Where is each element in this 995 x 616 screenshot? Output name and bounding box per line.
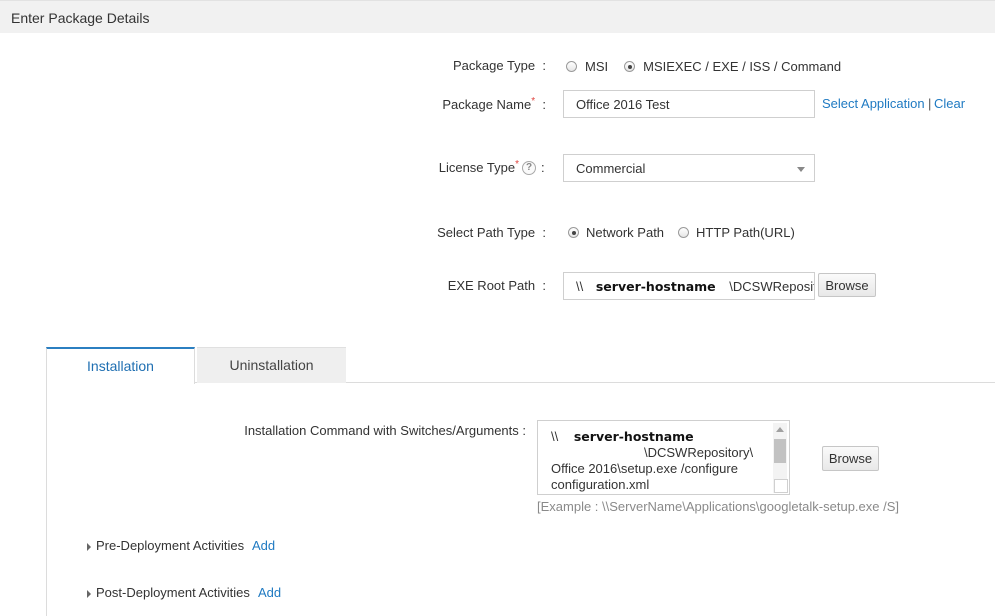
section-title: Enter Package Details (0, 0, 995, 33)
tab-installation[interactable]: Installation (46, 347, 195, 384)
radio-msi-label[interactable]: MSI (585, 59, 608, 74)
post-deployment-label[interactable]: Post-Deployment Activities (96, 585, 250, 600)
install-browse-button[interactable]: Browse (822, 446, 879, 471)
path-prefix: \\ (576, 279, 584, 294)
pre-deployment-add-link[interactable]: Add (252, 538, 275, 553)
install-command-textarea[interactable]: \\ server-hostname \DCSWRepository\ Offi… (537, 420, 790, 495)
tab-uninstallation[interactable]: Uninstallation (197, 347, 346, 383)
package-type-label-text: Package Type (452, 58, 536, 73)
colon: : (542, 225, 546, 240)
example-hint: [Example : \\ServerName\Applications\goo… (537, 499, 900, 514)
radio-msi[interactable] (566, 61, 577, 72)
colon: : (542, 278, 546, 293)
path-type-label: Select Path Type : (437, 225, 546, 240)
install-command-label: Installation Command with Switches/Argum… (244, 423, 526, 438)
tab-bar: Installation Uninstallation (46, 347, 995, 384)
help-icon[interactable]: ? (522, 161, 536, 175)
caret-right-icon[interactable] (87, 543, 91, 551)
exe-root-path-input[interactable]: \\ server-hostname \DCSWRepositor (563, 272, 815, 300)
license-type-label-text: License Type (438, 160, 516, 175)
radio-network-path-label[interactable]: Network Path (586, 225, 664, 240)
link-separator: | (928, 96, 932, 111)
license-type-label: License Type* (438, 159, 519, 175)
required-mark: * (531, 96, 536, 107)
command-prefix: \\ (551, 429, 559, 444)
package-type-radio-group: MSI MSIEXEC / EXE / ISS / Command (566, 59, 855, 74)
select-application-link[interactable]: Select Application (822, 96, 925, 111)
server-hostname: server-hostname (595, 279, 716, 294)
license-type-select[interactable]: Commercial (563, 154, 815, 182)
path-type-label-text: Select Path Type (437, 225, 536, 240)
command-line-4: configuration.xml (551, 477, 650, 492)
package-name-label-text: Package Name (442, 97, 532, 112)
package-name-label: Package Name* : (442, 96, 546, 112)
scroll-thumb[interactable] (774, 439, 786, 463)
exe-root-path-label: EXE Root Path : (448, 278, 546, 293)
command-line-2: \DCSWRepository\ (644, 445, 754, 460)
required-mark: * (515, 159, 519, 170)
exe-root-browse-button[interactable]: Browse (818, 273, 876, 297)
path-type-radio-group: Network Path HTTP Path(URL) (568, 225, 809, 240)
radio-http-path-label[interactable]: HTTP Path(URL) (696, 225, 795, 240)
server-hostname: server-hostname (573, 429, 694, 444)
path-suffix: \DCSWRepositor (729, 279, 814, 294)
command-line-3: Office 2016\setup.exe /configure (551, 461, 738, 476)
resize-grip-icon[interactable] (774, 479, 788, 493)
chevron-down-icon (797, 167, 805, 172)
radio-http-path[interactable] (678, 227, 690, 238)
caret-right-icon[interactable] (87, 590, 91, 598)
command-line-1: \\ server-hostname (551, 429, 789, 445)
pre-deployment-label[interactable]: Pre-Deployment Activities (96, 538, 244, 553)
radio-network-path[interactable] (568, 227, 579, 238)
colon: : (542, 58, 546, 73)
post-deployment-add-link[interactable]: Add (258, 585, 281, 600)
radio-msiexec[interactable] (624, 61, 636, 72)
radio-msiexec-label[interactable]: MSIEXEC / EXE / ISS / Command (643, 59, 841, 74)
package-name-input[interactable]: Office 2016 Test (563, 90, 815, 118)
scroll-up-arrow-icon[interactable] (776, 427, 784, 432)
colon: : (542, 97, 546, 112)
license-type-value: Commercial (576, 161, 646, 176)
exe-root-path-label-text: EXE Root Path (447, 278, 536, 293)
panel-border (46, 383, 47, 616)
package-type-label: Package Type : (453, 58, 546, 73)
colon: : (541, 160, 545, 175)
clear-link[interactable]: Clear (934, 96, 965, 111)
